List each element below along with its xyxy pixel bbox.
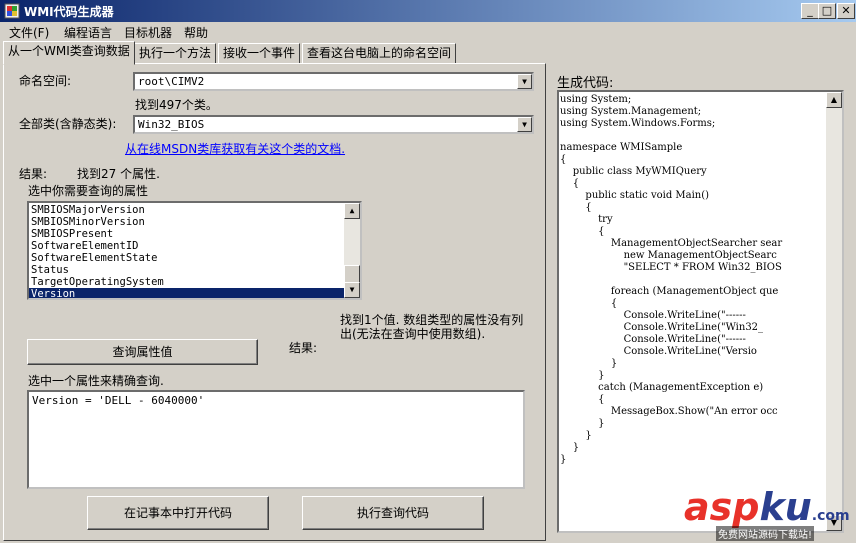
- generated-code-box[interactable]: using System; using System.Management; u…: [557, 90, 844, 533]
- tab-namespaces[interactable]: 查看这台电脑上的命名空间: [302, 43, 457, 64]
- class-count-text: 找到497个类。: [135, 98, 218, 112]
- scroll-up-button[interactable]: ▲: [826, 92, 842, 108]
- results-label: 结果:: [19, 167, 48, 181]
- scroll-down-button[interactable]: ▼: [344, 282, 360, 298]
- code-scrollbar[interactable]: ▲ ▼: [826, 92, 842, 531]
- generated-code: using System; using System.Management; u…: [560, 94, 783, 465]
- close-button[interactable]: ✕: [837, 3, 855, 19]
- class-label: 全部类(含静态类):: [19, 117, 117, 131]
- maximize-button[interactable]: □: [818, 3, 836, 19]
- query-values-button[interactable]: 查询属性值: [27, 339, 258, 365]
- app-icon: [4, 3, 20, 19]
- value-found-text: 找到1个值. 数组类型的属性没有列出(无法在查询中使用数组).: [340, 313, 524, 341]
- msdn-link[interactable]: 从在线MSDN类库获取有关这个类的文档.: [125, 140, 345, 157]
- property-list-item[interactable]: Status: [29, 264, 346, 276]
- class-combo[interactable]: Win32_BIOS ▼: [133, 115, 534, 134]
- watermark-brand-c: .com: [811, 508, 850, 524]
- arrow-down-icon: ▼: [349, 285, 355, 294]
- results-label-2: 结果:: [289, 341, 318, 355]
- menu-target[interactable]: 目标机器: [124, 24, 172, 41]
- namespace-value: root\CIMV2: [138, 75, 205, 88]
- refine-textbox[interactable]: Version = 'DELL - 6040000': [27, 390, 525, 489]
- scroll-up-button[interactable]: ▲: [344, 203, 360, 219]
- title-bar: [0, 0, 856, 22]
- namespace-combo[interactable]: root\CIMV2 ▼: [133, 72, 534, 91]
- property-list-item[interactable]: SMBIOSMinorVersion: [29, 216, 346, 228]
- property-list-item[interactable]: SoftwareElementID: [29, 240, 346, 252]
- execute-query-button[interactable]: 执行查询代码: [302, 496, 484, 530]
- close-icon: ✕: [841, 4, 851, 17]
- select-properties-label: 选中你需要查询的属性: [28, 184, 149, 198]
- tab-query[interactable]: 从一个WMI类查询数据: [3, 41, 135, 65]
- generated-code-label: 生成代码:: [557, 76, 614, 91]
- watermark-brand-b: ku: [759, 485, 812, 529]
- menu-help[interactable]: 帮助: [184, 24, 208, 41]
- minimize-icon: _: [807, 4, 813, 17]
- refine-label: 选中一个属性来精确查询.: [28, 374, 164, 388]
- maximize-icon: □: [821, 4, 833, 17]
- watermark-brand-a: asp: [684, 485, 760, 529]
- properties-scrollbar[interactable]: ▲ ▼: [344, 203, 360, 298]
- window-title: WMI代码生成器: [24, 5, 114, 19]
- watermark-logo: aspku.com: [684, 487, 850, 527]
- tab-event[interactable]: 接收一个事件: [218, 43, 301, 64]
- menu-file[interactable]: 文件(F): [9, 24, 49, 41]
- open-notepad-button[interactable]: 在记事本中打开代码: [87, 496, 269, 530]
- arrow-up-icon: ▲: [830, 95, 838, 104]
- tab-method[interactable]: 执行一个方法: [134, 43, 217, 64]
- scroll-thumb[interactable]: [344, 265, 360, 283]
- property-list-item[interactable]: TargetOperatingSystem: [29, 276, 346, 288]
- properties-found-text: 找到27 个属性.: [77, 167, 160, 181]
- arrow-up-icon: ▲: [349, 206, 355, 215]
- property-list-item[interactable]: Version: [29, 288, 346, 298]
- namespace-label: 命名空间:: [19, 74, 72, 88]
- watermark-subtitle: 免费网站源码下载站!: [716, 526, 815, 541]
- menu-language[interactable]: 编程语言: [64, 24, 112, 41]
- chevron-down-icon[interactable]: ▼: [517, 74, 532, 89]
- chevron-down-icon[interactable]: ▼: [517, 117, 532, 132]
- property-list-item[interactable]: SoftwareElementState: [29, 252, 346, 264]
- properties-listbox[interactable]: SMBIOSMajorVersion SMBIOSMinorVersion SMBI…: [27, 201, 362, 300]
- property-list-item[interactable]: SMBIOSPresent: [29, 228, 346, 240]
- property-list-item[interactable]: SMBIOSMajorVersion: [29, 204, 346, 216]
- class-value: Win32_BIOS: [138, 118, 205, 131]
- minimize-button[interactable]: _: [801, 3, 819, 19]
